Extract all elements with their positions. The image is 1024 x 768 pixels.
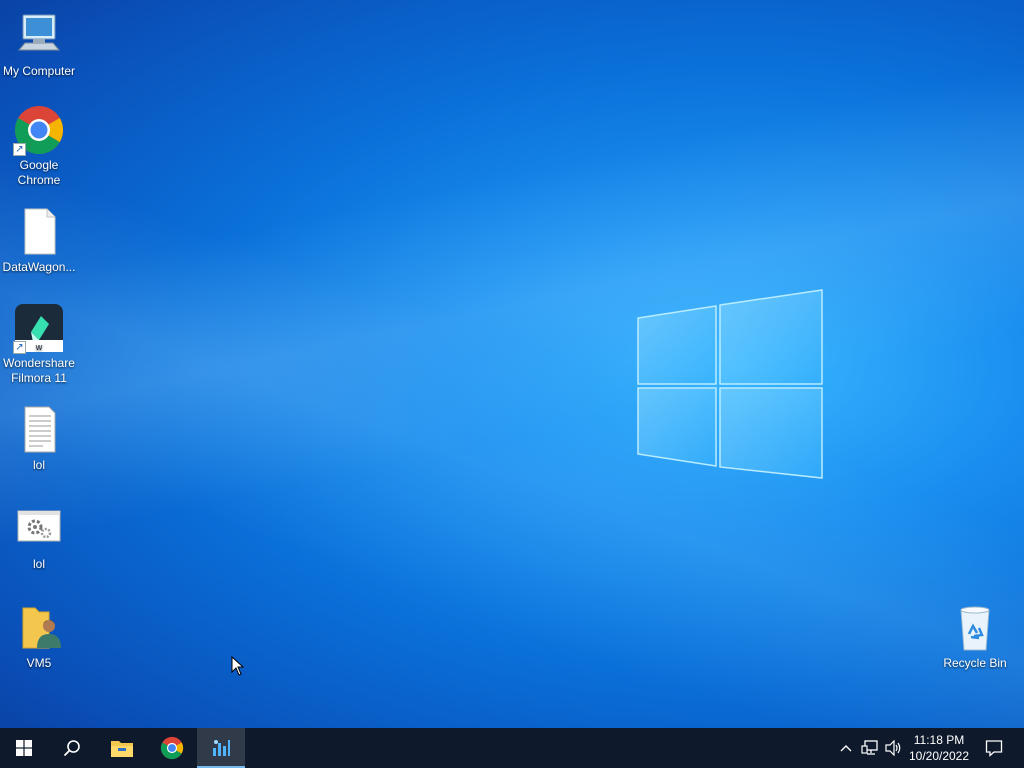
volume-icon (885, 740, 901, 756)
desktop-icon-label: VM5 (26, 656, 52, 670)
computer-icon (17, 14, 61, 51)
taskbar-clock[interactable]: 11:18 PM 10/20/2022 (904, 732, 974, 764)
desktop-icon-label: My Computer (2, 64, 76, 78)
desktop-icon-my-computer[interactable]: My Computer (0, 10, 78, 79)
shortcut-arrow-icon: ↗ (13, 341, 26, 354)
desktop-icon-label: Google Chrome (17, 158, 61, 187)
desktop-icon-label: lol (32, 458, 45, 472)
network-button[interactable] (860, 738, 880, 758)
shortcut-arrow-icon: ↗ (13, 143, 26, 156)
chrome-taskbar-button[interactable] (148, 728, 196, 768)
start-button[interactable] (0, 728, 48, 768)
recycle-bin-icon (960, 606, 990, 651)
desktop-icon-label: lol (32, 557, 45, 571)
desktop-icon-datawagon[interactable]: DataWagon... (0, 206, 78, 275)
desktop-icon-label: DataWagon... (2, 260, 76, 274)
desktop-icon-vm5[interactable]: VM5 (0, 602, 78, 671)
svg-text:w: w (35, 342, 43, 352)
search-button[interactable] (48, 728, 96, 768)
chrome-icon (160, 736, 184, 760)
desktop-icon-recycle-bin[interactable]: Recycle Bin (936, 602, 1014, 671)
action-center-button[interactable] (978, 728, 1010, 768)
desktop-icon-lol-settings[interactable]: lol (0, 503, 78, 572)
search-icon (63, 740, 80, 757)
notification-icon (985, 740, 1003, 757)
app-icon (213, 740, 230, 756)
blank-file-icon (24, 208, 56, 255)
windows-start-icon (16, 740, 32, 756)
clock-date: 10/20/2022 (908, 749, 970, 763)
user-folder-icon (22, 607, 61, 649)
desktop-icon-label: Wondershare Filmora 11 (3, 356, 75, 385)
clock-time: 11:18 PM (913, 733, 965, 747)
show-hidden-icons-button[interactable] (836, 738, 856, 758)
settings-file-icon (17, 510, 61, 542)
desktop-icon-lol-text[interactable]: lol (0, 404, 78, 473)
volume-button[interactable] (884, 738, 904, 758)
desktop-icon-google-chrome[interactable]: ↗ Google Chrome (0, 104, 78, 188)
desktop-icon-filmora[interactable]: w ↗ Wondershare Filmora 11 (0, 302, 78, 386)
text-file-icon (24, 406, 56, 453)
active-app-taskbar-button[interactable] (197, 728, 245, 768)
taskbar: 11:18 PM 10/20/2022 (0, 728, 1024, 768)
network-icon (861, 740, 878, 755)
file-explorer-button[interactable] (98, 728, 146, 768)
windows-wallpaper-logo (637, 289, 823, 479)
chevron-up-icon (840, 745, 852, 752)
desktop-icon-label: Recycle Bin (943, 656, 1007, 670)
mouse-cursor-icon (231, 656, 245, 676)
folder-icon (111, 741, 133, 757)
